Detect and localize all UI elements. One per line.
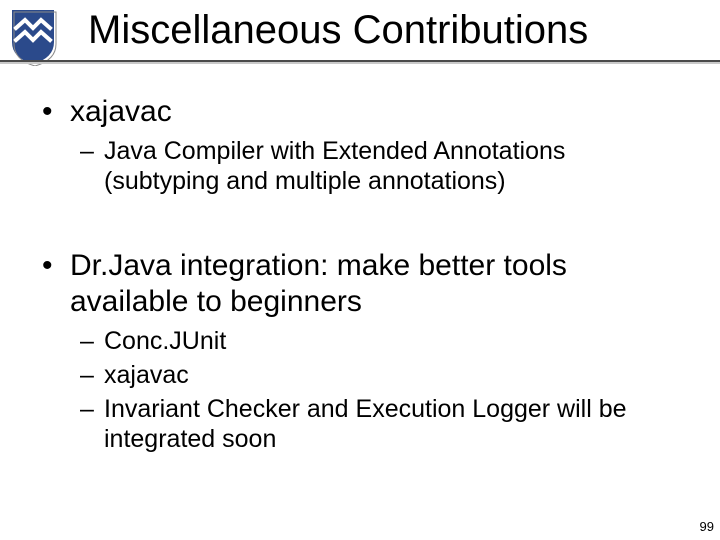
- shield-logo-icon: [8, 6, 58, 66]
- title-underline-light: [0, 62, 720, 64]
- page-number: 99: [700, 519, 714, 534]
- bullet-level2: Conc.JUnit: [42, 326, 682, 356]
- bullet-level1: Dr.Java integration: make better tools a…: [42, 248, 682, 320]
- bullet-level2: xajavac: [42, 360, 682, 390]
- slide-title: Miscellaneous Contributions: [88, 8, 588, 53]
- bullet-level2: Java Compiler with Extended Annotations …: [42, 136, 682, 196]
- slide-header: Miscellaneous Contributions: [0, 0, 720, 74]
- bullet-level1: xajavac: [42, 94, 682, 130]
- bullet-level2: Invariant Checker and Execution Logger w…: [42, 394, 682, 454]
- slide-body: xajavac Java Compiler with Extended Anno…: [42, 94, 682, 458]
- spacer: [42, 200, 682, 248]
- slide: Miscellaneous Contributions xajavac Java…: [0, 0, 720, 540]
